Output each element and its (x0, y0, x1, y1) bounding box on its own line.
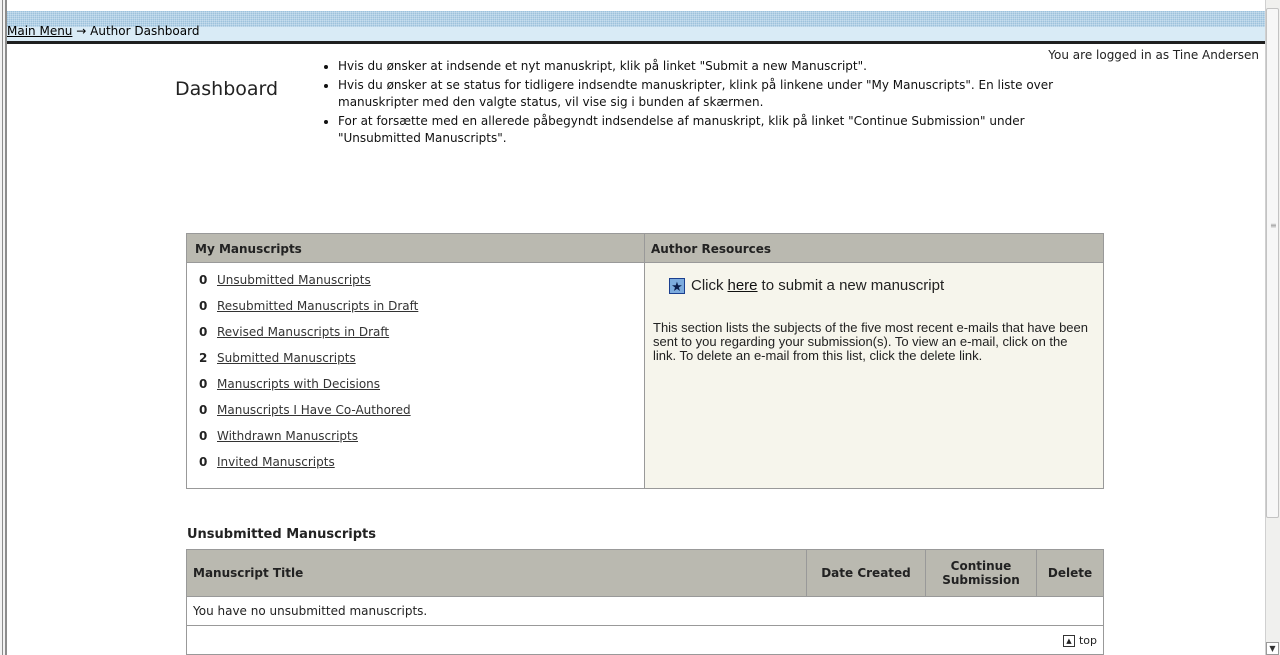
list-item: 0 Invited Manuscripts (199, 455, 644, 481)
unsubmitted-section-title: Unsubmitted Manuscripts (187, 527, 376, 542)
list-item: 0 Manuscripts I Have Co-Authored (199, 403, 644, 429)
decisions-link[interactable]: Manuscripts with Decisions (217, 377, 380, 391)
login-status: You are logged in as Tine Andersen (1048, 48, 1259, 62)
top-link[interactable]: top (1079, 634, 1097, 647)
breadcrumb-bar: Main Menu → Author Dashboard (7, 11, 1265, 44)
column-manuscript-title: Manuscript Title (186, 549, 807, 597)
column-delete: Delete (1036, 549, 1104, 597)
arrow-right-icon: → (76, 24, 87, 38)
page-title: Dashboard (175, 78, 279, 100)
column-date-created: Date Created (806, 549, 926, 597)
count-coauthored: 0 (199, 403, 208, 417)
instruction-item: Hvis du ønsker at indsende et nyt manusk… (338, 58, 1058, 75)
instruction-item: For at forsætte med en allerede påbegynd… (338, 113, 1058, 147)
author-resources-panel: Author Resources ★ Click here to submit … (645, 234, 1103, 488)
breadcrumb: Main Menu → Author Dashboard (7, 24, 199, 38)
scrollbar-grip-icon: ≡ (1270, 221, 1277, 230)
main-menu-link[interactable]: Main Menu (7, 24, 72, 38)
dashboard-panels: My Manuscripts 0 Unsubmitted Manuscripts … (186, 233, 1104, 489)
count-decisions: 0 (199, 377, 208, 391)
unsubmitted-manuscripts-link[interactable]: Unsubmitted Manuscripts (217, 273, 371, 287)
submitted-manuscripts-link[interactable]: Submitted Manuscripts (217, 351, 356, 365)
my-manuscripts-heading: My Manuscripts (187, 234, 644, 263)
scroll-down-icon[interactable]: ▼ (1266, 642, 1279, 655)
resubmitted-draft-link[interactable]: Resubmitted Manuscripts in Draft (217, 299, 418, 313)
coauthored-link[interactable]: Manuscripts I Have Co-Authored (217, 403, 411, 417)
vertical-scrollbar[interactable]: ≡ ▼ (1265, 0, 1280, 655)
star-icon[interactable]: ★ (669, 277, 685, 294)
list-item: 0 Unsubmitted Manuscripts (199, 273, 644, 299)
back-to-top: ▲ top (186, 625, 1104, 655)
count-withdrawn: 0 (199, 429, 208, 443)
top-margin (7, 0, 1265, 11)
count-revised-draft: 0 (199, 325, 208, 339)
submit-here-link[interactable]: here (728, 277, 758, 294)
table-row: ▲ top (186, 625, 1104, 655)
email-info-text: This section lists the subjects of the f… (653, 320, 1088, 363)
invited-link[interactable]: Invited Manuscripts (217, 455, 335, 469)
scrollbar-thumb[interactable] (1266, 8, 1279, 518)
list-item: 0 Revised Manuscripts in Draft (199, 325, 644, 351)
count-submitted: 2 (199, 351, 208, 365)
list-item: 0 Resubmitted Manuscripts in Draft (199, 299, 644, 325)
column-continue-submission: Continue Submission (925, 549, 1037, 597)
submit-suffix: to submit a new manuscript (761, 277, 945, 294)
author-resources-heading: Author Resources (645, 234, 1103, 263)
list-item: 0 Manuscripts with Decisions (199, 377, 644, 403)
window-frame-left (0, 0, 7, 655)
count-resubmitted-draft: 0 (199, 299, 208, 313)
submit-prefix: Click (691, 277, 724, 294)
revised-draft-link[interactable]: Revised Manuscripts in Draft (217, 325, 389, 339)
list-item: 2 Submitted Manuscripts (199, 351, 644, 377)
list-item: 0 Withdrawn Manuscripts (199, 429, 644, 455)
manuscript-status-list: 0 Unsubmitted Manuscripts 0 Resubmitted Ma… (187, 263, 644, 481)
withdrawn-link[interactable]: Withdrawn Manuscripts (217, 429, 358, 443)
submit-new-manuscript: ★ Click here to submit a new manuscript (669, 277, 1103, 294)
count-unsubmitted: 0 (199, 273, 208, 287)
count-invited: 0 (199, 455, 208, 469)
my-manuscripts-panel: My Manuscripts 0 Unsubmitted Manuscripts … (187, 234, 645, 488)
instruction-item: Hvis du ønsker at se status for tidliger… (338, 77, 1058, 111)
instructions-list: Hvis du ønsker at indsende et nyt manusk… (318, 58, 1058, 149)
arrow-up-icon[interactable]: ▲ (1062, 634, 1075, 647)
breadcrumb-current: Author Dashboard (90, 24, 200, 38)
unsubmitted-table: Manuscript Title Date Created Continue S… (186, 549, 1104, 655)
empty-message: You have no unsubmitted manuscripts. (186, 596, 1104, 626)
table-row: You have no unsubmitted manuscripts. (186, 596, 1104, 626)
